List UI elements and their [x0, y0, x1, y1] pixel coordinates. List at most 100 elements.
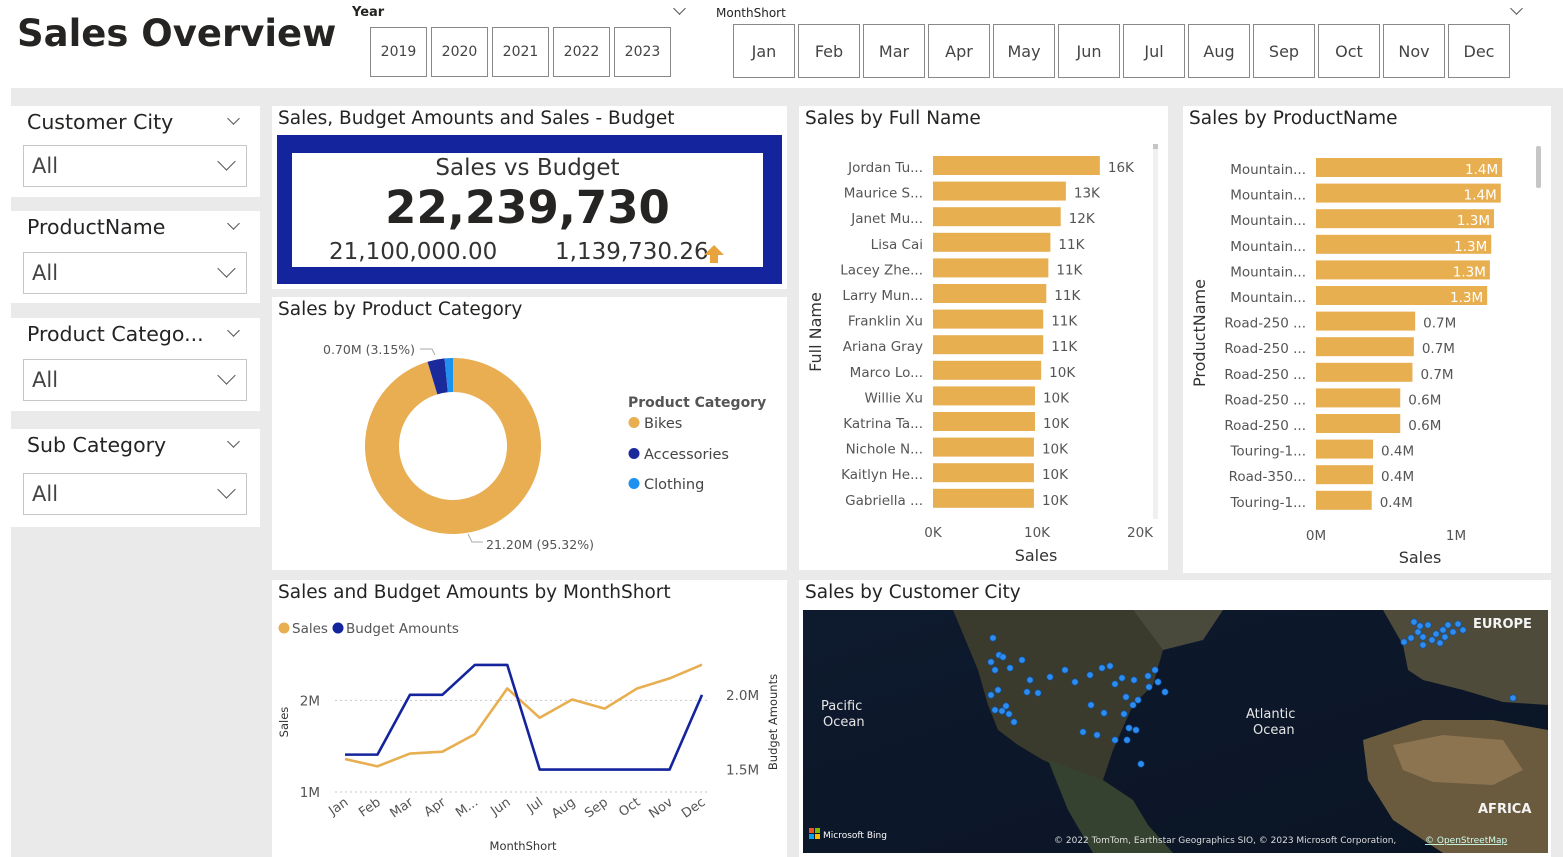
legend-label-bikes[interactable]: Bikes — [644, 416, 682, 432]
year-tile-2023[interactable]: 2023 — [614, 27, 671, 77]
customer-city-dropdown[interactable]: All — [23, 145, 247, 187]
month-tile-nov[interactable]: Nov — [1383, 24, 1445, 78]
city-marker[interactable] — [991, 666, 999, 674]
month-tile-aug[interactable]: Aug — [1188, 24, 1250, 78]
line-chart-panel[interactable]: Sales and Budget Amounts by MonthShort S… — [272, 580, 787, 857]
legend-label-clothing[interactable]: Clothing — [644, 477, 704, 493]
month-tile-may[interactable]: May — [993, 24, 1055, 78]
bar[interactable] — [933, 335, 1044, 355]
bar[interactable] — [933, 463, 1034, 483]
bar[interactable] — [1316, 414, 1401, 433]
city-marker[interactable] — [1441, 633, 1449, 641]
bar[interactable] — [1316, 362, 1413, 382]
city-marker[interactable] — [1151, 666, 1159, 674]
bar[interactable] — [933, 488, 1034, 508]
bar[interactable] — [933, 284, 1047, 303]
chevron-down-icon[interactable] — [227, 324, 240, 337]
city-marker[interactable] — [1100, 709, 1108, 717]
sub-category-slicer[interactable]: Sub Category All — [11, 429, 260, 527]
product-category-dropdown[interactable]: All — [23, 359, 247, 401]
product-chart-panel[interactable]: Sales by ProductName Mountain... 1.4M Moun… — [1183, 106, 1551, 573]
city-marker[interactable] — [1125, 724, 1133, 732]
product-category-slicer[interactable]: Product Catego... All — [11, 318, 260, 411]
year-chevron-down-icon[interactable] — [673, 2, 686, 15]
city-marker[interactable] — [1144, 672, 1152, 680]
month-tile-jan[interactable]: Jan — [733, 24, 795, 78]
city-marker[interactable] — [1098, 664, 1106, 672]
city-marker[interactable] — [1419, 633, 1427, 641]
city-marker[interactable] — [1436, 639, 1444, 647]
chevron-down-icon[interactable] — [217, 480, 236, 499]
city-marker[interactable] — [1061, 666, 1069, 674]
bar[interactable] — [933, 258, 1049, 278]
bar[interactable] — [933, 156, 1100, 175]
city-marker[interactable] — [1026, 676, 1034, 684]
city-marker[interactable] — [1432, 630, 1440, 638]
city-marker[interactable] — [1416, 622, 1424, 630]
city-marker[interactable] — [1449, 628, 1457, 636]
bar[interactable] — [933, 412, 1035, 431]
bar[interactable] — [933, 386, 1035, 406]
city-marker[interactable] — [1410, 618, 1418, 626]
month-tile-sep[interactable]: Sep — [1253, 24, 1315, 78]
city-marker[interactable] — [1006, 664, 1014, 672]
city-marker[interactable] — [1439, 626, 1447, 634]
month-chevron-down-icon[interactable] — [1510, 2, 1523, 15]
city-marker[interactable] — [1132, 726, 1140, 734]
city-marker[interactable] — [1428, 636, 1436, 644]
city-marker[interactable] — [1111, 736, 1119, 744]
city-marker[interactable] — [994, 686, 1002, 694]
bar[interactable] — [1316, 337, 1414, 357]
city-marker[interactable] — [1154, 678, 1162, 686]
month-tile-mar[interactable]: Mar — [863, 24, 925, 78]
bar[interactable] — [1316, 439, 1374, 459]
bar[interactable] — [933, 309, 1044, 329]
city-marker[interactable] — [1444, 621, 1452, 629]
product-name-dropdown[interactable]: All — [23, 252, 247, 294]
month-tile-feb[interactable]: Feb — [798, 24, 860, 78]
bar[interactable] — [933, 232, 1051, 252]
month-tile-dec[interactable]: Dec — [1448, 24, 1510, 78]
sub-category-dropdown[interactable]: All — [23, 473, 247, 515]
city-marker[interactable] — [1400, 638, 1408, 646]
product-name-slicer[interactable]: ProductName All — [11, 211, 260, 303]
chevron-down-icon[interactable] — [217, 152, 236, 171]
city-marker[interactable] — [1122, 693, 1130, 701]
city-marker[interactable] — [1106, 662, 1114, 670]
scrollbar-thumb[interactable] — [1153, 144, 1158, 149]
year-tile-2022[interactable]: 2022 — [553, 27, 610, 77]
chevron-down-icon[interactable] — [227, 217, 240, 230]
bar[interactable] — [1316, 490, 1372, 510]
year-tile-2020[interactable]: 2020 — [431, 27, 488, 77]
bar[interactable] — [1316, 311, 1416, 331]
category-donut-panel[interactable]: Sales by Product Category 0.70M (3.15%) 2… — [272, 297, 787, 570]
city-marker[interactable] — [1010, 718, 1018, 726]
map-panel[interactable]: Sales by Customer City Pacific Ocean Atla… — [799, 580, 1551, 857]
city-marker[interactable] — [1134, 696, 1142, 704]
month-tile-oct[interactable]: Oct — [1318, 24, 1380, 78]
chevron-down-icon[interactable] — [227, 435, 240, 448]
city-marker[interactable] — [1454, 620, 1462, 628]
city-marker[interactable] — [1129, 701, 1137, 709]
city-marker[interactable] — [1018, 656, 1026, 664]
fullname-bar-chart[interactable]: Jordan Tu... 16K Maurice S... 13K Janet Mu..… — [799, 106, 1168, 570]
city-marker[interactable] — [1079, 728, 1087, 736]
legend-label-accessories[interactable]: Accessories — [644, 447, 729, 463]
donut-chart[interactable]: 0.70M (3.15%) 21.20M (95.32%) Product Cate… — [272, 297, 787, 570]
chevron-down-icon[interactable] — [227, 112, 240, 125]
city-marker[interactable] — [1145, 683, 1153, 691]
month-tile-jun[interactable]: Jun — [1058, 24, 1120, 78]
city-marker[interactable] — [1071, 678, 1079, 686]
scrollbar[interactable] — [1536, 146, 1541, 188]
city-marker[interactable] — [989, 634, 997, 642]
bar[interactable] — [1316, 388, 1401, 408]
year-tile-2021[interactable]: 2021 — [492, 27, 549, 77]
city-marker[interactable] — [1002, 702, 1010, 710]
city-marker[interactable] — [1419, 641, 1427, 649]
product-bar-chart[interactable]: Mountain... 1.4M Mountain... 1.4M Mountain..… — [1183, 106, 1551, 573]
city-marker[interactable] — [1459, 626, 1467, 634]
city-marker[interactable] — [1086, 671, 1094, 679]
city-marker[interactable] — [1509, 694, 1517, 702]
city-marker[interactable] — [987, 691, 995, 699]
scrollbar-track[interactable] — [1153, 144, 1158, 519]
